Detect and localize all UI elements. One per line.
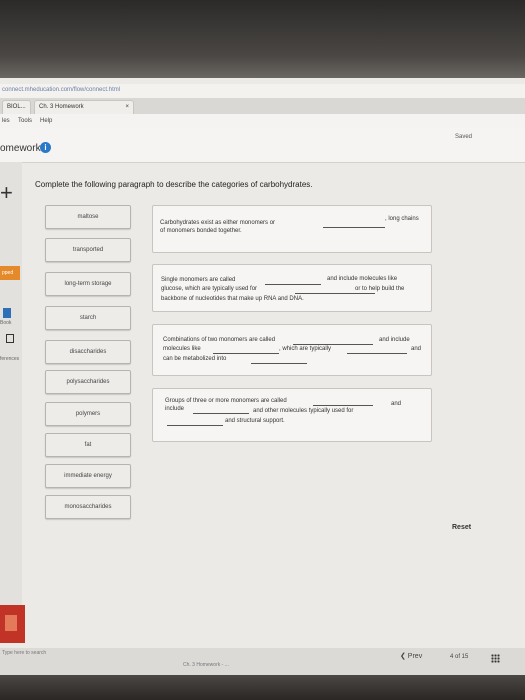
sentence-text: , which are typically bbox=[279, 346, 332, 352]
tab-biol[interactable]: BIOL... bbox=[2, 100, 31, 114]
sentence-text: backbone of nucleotides that make up RNA… bbox=[161, 296, 304, 302]
menu-item-files[interactable]: les bbox=[2, 118, 10, 124]
word-tile[interactable]: transported bbox=[45, 238, 131, 262]
word-tile[interactable]: immediate energy bbox=[45, 464, 131, 488]
word-tile[interactable]: long-term storage bbox=[45, 272, 131, 296]
page-title: omework bbox=[0, 143, 41, 154]
sentence-text: , long chains bbox=[385, 216, 419, 222]
sentence-text: of monomers bonded together. bbox=[160, 228, 242, 234]
sentence-box-2: Single monomers are called and include m… bbox=[152, 264, 432, 312]
page-indicator[interactable]: 4 of 15 bbox=[450, 654, 468, 660]
info-icon[interactable]: i bbox=[40, 142, 51, 153]
prev-button[interactable]: ❮ Prev bbox=[400, 652, 422, 660]
sentence-text: Carbohydrates exist as either monomers o… bbox=[160, 220, 276, 226]
sentence-box-3: Combinations of two monomers are called … bbox=[152, 324, 432, 376]
drop-blank[interactable] bbox=[323, 227, 385, 228]
drop-blank[interactable] bbox=[251, 363, 307, 364]
sentence-box-4: Groups of three or more monomers are cal… bbox=[152, 388, 432, 442]
drop-blank[interactable] bbox=[313, 405, 373, 406]
drop-blank[interactable] bbox=[295, 293, 375, 294]
drop-blank[interactable] bbox=[293, 344, 373, 345]
close-tab-icon[interactable]: × bbox=[125, 101, 129, 114]
word-tile[interactable]: disaccharides bbox=[45, 340, 131, 364]
word-tile[interactable]: polysaccharides bbox=[45, 370, 131, 394]
drop-blank[interactable] bbox=[193, 413, 249, 414]
sentence-text: or to help build the bbox=[355, 286, 405, 292]
sentence-text: and include molecules like bbox=[327, 276, 398, 282]
homework-header: omework i bbox=[0, 128, 525, 163]
drop-blank[interactable] bbox=[213, 353, 279, 354]
word-tile[interactable]: monosaccharides bbox=[45, 495, 131, 519]
url-text: connect.mheducation.com/flow/connect.htm… bbox=[2, 87, 121, 93]
sidebar-item-ebook-label: Book bbox=[0, 320, 12, 326]
total-pages: of 15 bbox=[455, 654, 469, 660]
taskbar-search-input[interactable]: Type here to search bbox=[2, 650, 46, 656]
sidebar-item-references-label: ferences bbox=[0, 356, 20, 362]
taskbar-app-item[interactable]: Ch. 3 Homework - ... bbox=[183, 662, 229, 668]
sentence-text: Groups of three or more monomers are cal… bbox=[165, 398, 287, 404]
drop-blank[interactable] bbox=[265, 284, 321, 285]
menu-item-help[interactable]: Help bbox=[40, 118, 52, 124]
taskbar bbox=[0, 648, 525, 675]
sidebar-item-skipped[interactable]: pped bbox=[0, 266, 20, 280]
plus-icon[interactable]: + bbox=[0, 182, 13, 204]
tab-label: Ch. 3 Homework bbox=[39, 104, 84, 110]
sentence-text: and include bbox=[379, 337, 410, 343]
sentence-text: and structural support. bbox=[225, 418, 285, 424]
monitor-bezel-top bbox=[0, 0, 525, 80]
sentence-text: and bbox=[391, 401, 402, 407]
grid-icon[interactable] bbox=[491, 654, 500, 663]
sidebar bbox=[0, 162, 22, 632]
drop-blank[interactable] bbox=[167, 425, 223, 426]
sentence-text: and other molecules typically used for bbox=[253, 408, 354, 414]
ebook-icon[interactable] bbox=[3, 308, 11, 318]
sentence-text: can be metabolized into bbox=[163, 356, 227, 362]
reset-button[interactable]: Reset bbox=[452, 524, 471, 531]
saved-status: Saved bbox=[455, 134, 473, 140]
sentence-text: Single monomers are called bbox=[161, 277, 236, 283]
references-icon[interactable] bbox=[6, 334, 14, 343]
sentence-box-1: Carbohydrates exist as either monomers o… bbox=[152, 205, 432, 253]
menu-bar: les Tools Help bbox=[0, 114, 525, 128]
address-bar[interactable]: connect.mheducation.com/flow/connect.htm… bbox=[0, 84, 525, 98]
word-tile[interactable]: starch bbox=[45, 306, 131, 330]
question-instructions: Complete the following paragraph to desc… bbox=[35, 180, 313, 189]
sentence-text: and bbox=[411, 346, 422, 352]
word-tile[interactable]: fat bbox=[45, 433, 131, 457]
tab-bar: BIOL... Ch. 3 Homework × bbox=[0, 98, 525, 114]
menu-item-tools[interactable]: Tools bbox=[18, 118, 32, 124]
current-page: 4 bbox=[450, 654, 454, 660]
sentence-text: molecules like bbox=[163, 346, 201, 352]
sentence-text: Combinations of two monomers are called bbox=[163, 337, 276, 343]
textbook-cover-icon bbox=[0, 605, 25, 643]
sentence-text: include bbox=[165, 406, 185, 412]
word-tile[interactable]: polymers bbox=[45, 402, 131, 426]
word-tile[interactable]: maltose bbox=[45, 205, 131, 229]
sentence-text: glucose, which are typically used for bbox=[161, 286, 258, 292]
tab-ch3-homework[interactable]: Ch. 3 Homework × bbox=[34, 100, 134, 114]
monitor-bezel-bottom bbox=[0, 675, 525, 700]
drop-blank[interactable] bbox=[347, 353, 407, 354]
